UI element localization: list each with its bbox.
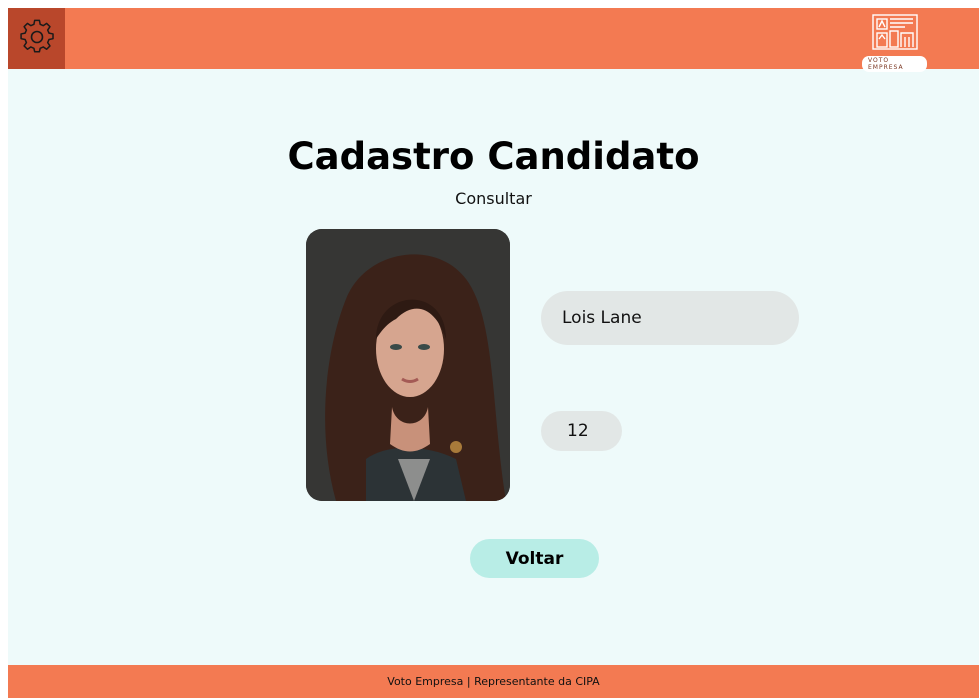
footer-text: Voto Empresa | Representante da CIPA [387,675,600,688]
gear-icon [19,19,55,59]
settings-button[interactable] [8,8,65,69]
footer: Voto Empresa | Representante da CIPA [8,665,979,698]
top-bar: VOTO EMPRESA [8,8,979,72]
page: VOTO EMPRESA Cadastro Candidato Consulta… [8,8,979,698]
logo: VOTO EMPRESA [862,13,927,72]
logo-text: VOTO EMPRESA [862,56,927,72]
candidate-name-field[interactable]: Lois Lane [541,291,799,345]
candidate-number-field[interactable]: 12 [541,411,622,451]
building-ballot-icon [870,13,920,55]
page-subtitle: Consultar [455,189,532,208]
candidate-photo [306,229,510,501]
back-button[interactable]: Voltar [470,539,599,578]
page-title: Cadastro Candidato [287,135,700,178]
